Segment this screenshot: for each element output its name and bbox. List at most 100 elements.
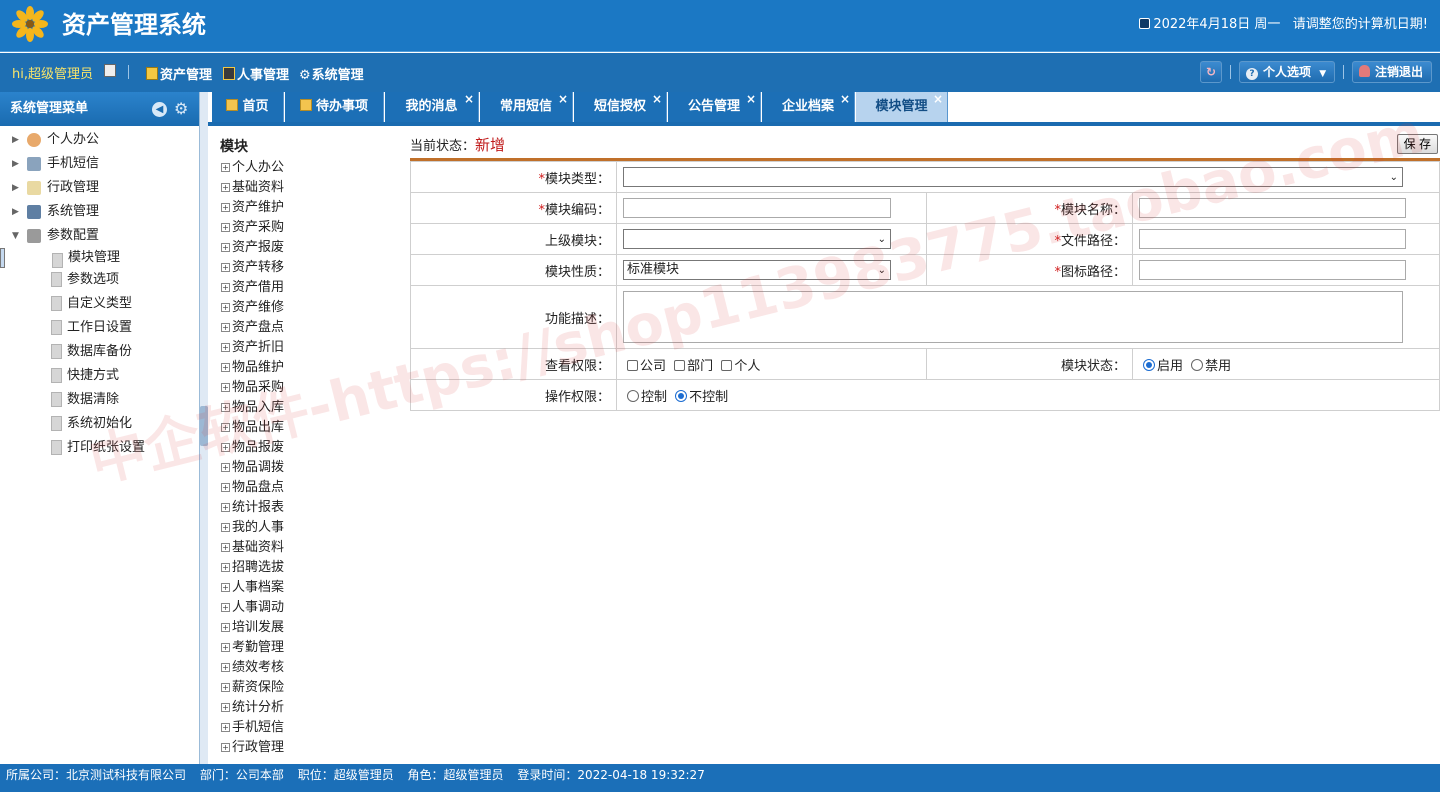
nav-asset-management[interactable]: 资产管理 xyxy=(146,64,212,83)
expand-plus-icon[interactable]: + xyxy=(221,163,230,172)
tree-item[interactable]: + 资产维护 xyxy=(220,198,400,218)
tree-item[interactable]: + 绩效考核 xyxy=(220,658,400,678)
module-nature-select[interactable]: 标准模块 ⌄ xyxy=(623,260,891,280)
tree-item[interactable]: + 物品报废 xyxy=(220,438,400,458)
tree-item[interactable]: + 统计报表 xyxy=(220,498,400,518)
expand-plus-icon[interactable]: + xyxy=(221,563,230,572)
expand-plus-icon[interactable]: + xyxy=(221,443,230,452)
module-type-select[interactable]: ⌄ xyxy=(623,167,1403,187)
tree-item[interactable]: + 物品采购 xyxy=(220,378,400,398)
personal-options-button[interactable]: ? 个人选项 ▼ xyxy=(1239,61,1335,83)
expand-plus-icon[interactable]: + xyxy=(221,423,230,432)
expand-plus-icon[interactable]: + xyxy=(221,283,230,292)
expand-plus-icon[interactable]: + xyxy=(221,503,230,512)
tree-root[interactable]: 模块 xyxy=(220,136,400,158)
department-checkbox[interactable] xyxy=(674,359,686,371)
expand-plus-icon[interactable]: + xyxy=(221,583,230,592)
tree-item[interactable]: + 手机短信 xyxy=(220,718,400,738)
personal-checkbox[interactable] xyxy=(721,359,733,371)
close-icon[interactable]: × xyxy=(746,84,756,114)
expand-plus-icon[interactable]: + xyxy=(221,363,230,372)
tree-item[interactable]: + 资产报废 xyxy=(220,238,400,258)
sidebar-item-system[interactable]: ▶ 系统管理 xyxy=(0,200,199,224)
module-code-input[interactable] xyxy=(623,198,891,218)
tree-item[interactable]: + 资产折旧 xyxy=(220,338,400,358)
sidebar-subitem-shortcuts[interactable]: 快捷方式 xyxy=(0,364,199,388)
expand-plus-icon[interactable]: + xyxy=(221,263,230,272)
expand-arrow-icon[interactable]: ▶ xyxy=(12,152,19,176)
sidebar-item-personal-office[interactable]: ▶ 个人办公 xyxy=(0,128,199,152)
nav-system-management[interactable]: ⚙系统管理 xyxy=(299,64,364,83)
sidebar-subitem-workday[interactable]: 工作日设置 xyxy=(0,316,199,340)
tree-item[interactable]: + 物品维护 xyxy=(220,358,400,378)
file-path-input[interactable] xyxy=(1139,229,1406,249)
expand-plus-icon[interactable]: + xyxy=(221,463,230,472)
tree-item[interactable]: + 资产维修 xyxy=(220,298,400,318)
expand-plus-icon[interactable]: + xyxy=(221,183,230,192)
sidebar-subitem-db-backup[interactable]: 数据库备份 xyxy=(0,340,199,364)
expand-plus-icon[interactable]: + xyxy=(221,603,230,612)
close-icon[interactable]: × xyxy=(558,84,568,114)
expand-plus-icon[interactable]: + xyxy=(221,643,230,652)
expand-plus-icon[interactable]: + xyxy=(221,683,230,692)
sidebar-subitem-custom-types[interactable]: 自定义类型 xyxy=(0,292,199,316)
expand-plus-icon[interactable]: + xyxy=(221,223,230,232)
sidebar-subitem-data-clear[interactable]: 数据清除 xyxy=(0,388,199,412)
expand-plus-icon[interactable]: + xyxy=(221,403,230,412)
tree-item[interactable]: + 个人办公 xyxy=(220,158,400,178)
sidebar-item-admin[interactable]: ▶ 行政管理 xyxy=(0,176,199,200)
expand-plus-icon[interactable]: + xyxy=(221,483,230,492)
tab-enterprise-files[interactable]: 企业档案 × xyxy=(762,92,855,122)
tree-item[interactable]: + 人事调动 xyxy=(220,598,400,618)
tree-item[interactable]: + 招聘选拔 xyxy=(220,558,400,578)
sidebar-item-params[interactable]: ▼ 参数配置 xyxy=(0,224,199,248)
tree-item[interactable]: + 人事档案 xyxy=(220,578,400,598)
refresh-button[interactable]: ↻ xyxy=(1200,61,1222,83)
parent-module-select[interactable]: ⌄ xyxy=(623,229,891,249)
module-name-input[interactable] xyxy=(1139,198,1406,218)
no-control-radio[interactable] xyxy=(675,389,688,402)
expand-plus-icon[interactable]: + xyxy=(221,203,230,212)
tree-item[interactable]: + 资产采购 xyxy=(220,218,400,238)
logout-button[interactable]: 注销退出 xyxy=(1352,61,1432,83)
expand-arrow-icon[interactable]: ▶ xyxy=(12,176,19,200)
expand-arrow-icon[interactable]: ▶ xyxy=(12,200,19,224)
calculator-icon[interactable] xyxy=(104,64,116,77)
expand-plus-icon[interactable]: + xyxy=(221,343,230,352)
expand-plus-icon[interactable]: + xyxy=(221,323,230,332)
sidebar-subitem-param-options[interactable]: 参数选项 xyxy=(0,268,199,292)
tree-item[interactable]: + 基础资料 xyxy=(220,538,400,558)
tab-module-management[interactable]: 模块管理 × xyxy=(856,92,948,122)
tree-item[interactable]: + 资产盘点 xyxy=(220,318,400,338)
tab-todo[interactable]: 待办事项 xyxy=(285,92,384,122)
save-button[interactable]: 保 存 xyxy=(1396,134,1438,154)
company-checkbox[interactable] xyxy=(627,359,638,371)
collapse-left-icon[interactable]: ◀ xyxy=(152,102,167,117)
tab-home[interactable]: 首页 xyxy=(212,92,284,122)
expand-plus-icon[interactable]: + xyxy=(221,383,230,392)
expand-plus-icon[interactable]: + xyxy=(221,743,230,752)
enable-radio[interactable] xyxy=(1143,358,1155,371)
tree-item[interactable]: + 统计分析 xyxy=(220,698,400,718)
tree-item[interactable]: + 物品调拨 xyxy=(220,458,400,478)
expand-plus-icon[interactable]: + xyxy=(221,703,230,712)
nav-hr-management[interactable]: 人事管理 xyxy=(223,64,289,83)
tab-messages[interactable]: 我的消息 × xyxy=(385,92,479,122)
icon-path-input[interactable] xyxy=(1139,260,1406,280)
close-icon[interactable]: × xyxy=(652,84,662,114)
expand-plus-icon[interactable]: + xyxy=(221,663,230,672)
tab-announcements[interactable]: 公告管理 × xyxy=(668,92,761,122)
panel-splitter[interactable] xyxy=(200,92,208,764)
close-icon[interactable]: × xyxy=(464,84,474,114)
control-radio[interactable] xyxy=(627,389,639,402)
disable-radio[interactable] xyxy=(1191,358,1204,371)
expand-plus-icon[interactable]: + xyxy=(221,243,230,252)
expand-plus-icon[interactable]: + xyxy=(221,303,230,312)
expand-plus-icon[interactable]: + xyxy=(221,543,230,552)
tree-item[interactable]: + 基础资料 xyxy=(220,178,400,198)
expand-arrow-icon[interactable]: ▶ xyxy=(12,128,19,152)
tree-item[interactable]: + 物品盘点 xyxy=(220,478,400,498)
collapse-arrow-icon[interactable]: ▼ xyxy=(12,224,19,248)
expand-plus-icon[interactable]: + xyxy=(221,623,230,632)
tree-item[interactable]: + 培训发展 xyxy=(220,618,400,638)
